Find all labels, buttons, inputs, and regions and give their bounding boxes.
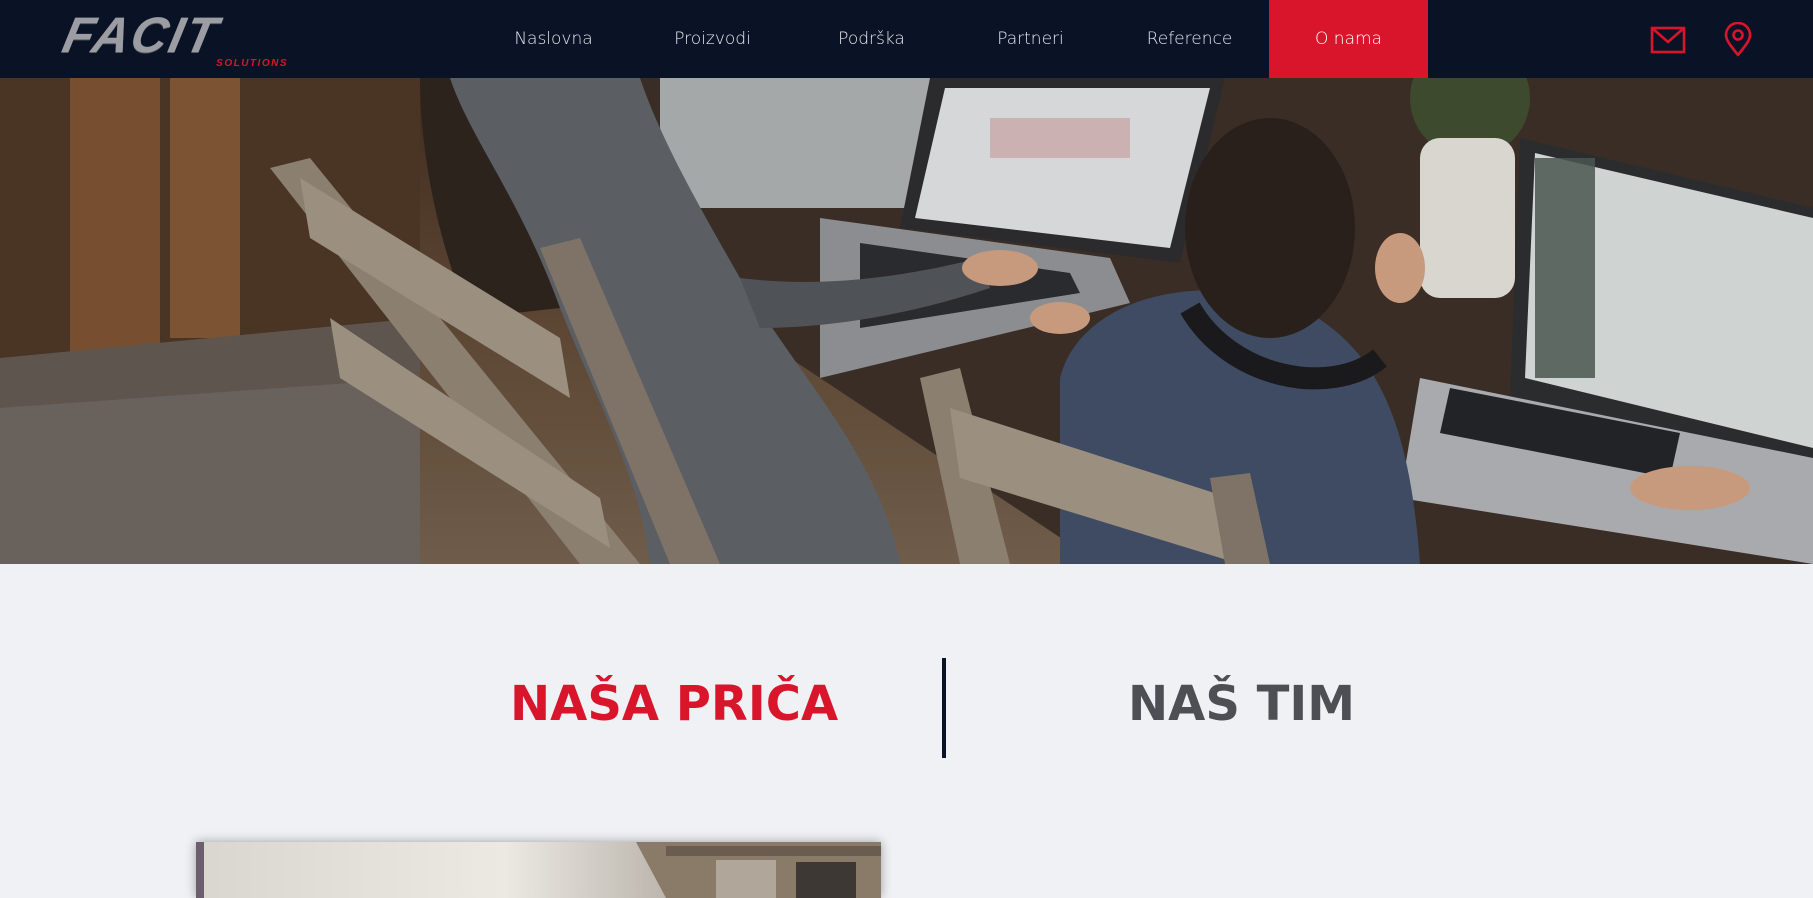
top-navbar: FACIT SOLUTIONS Naslovna Proizvodi Podrš…	[0, 0, 1813, 78]
nav-item-naslovna[interactable]: Naslovna	[474, 0, 633, 78]
facit-logo[interactable]: FACIT SOLUTIONS	[58, 7, 304, 72]
tab-nasa-prica[interactable]: NAŠA PRIČA	[510, 675, 838, 733]
hero-photo-team-working	[0, 78, 1813, 564]
nav-item-reference[interactable]: Reference	[1110, 0, 1269, 78]
story-photo	[196, 842, 881, 898]
tab-nas-tim[interactable]: NAŠ TIM	[1128, 675, 1355, 733]
logo-wordmark: FACIT	[58, 7, 225, 63]
location-pin-icon[interactable]	[1720, 21, 1756, 58]
nav-item-o-nama[interactable]: O nama	[1269, 0, 1428, 78]
mail-icon[interactable]	[1650, 22, 1686, 58]
nav-item-podrska[interactable]: Podrška	[792, 0, 951, 78]
tab-divider	[942, 658, 946, 758]
nav-item-proizvodi[interactable]: Proizvodi	[633, 0, 792, 78]
logo-tagline: SOLUTIONS	[216, 58, 288, 69]
nav-item-partneri[interactable]: Partneri	[951, 0, 1110, 78]
